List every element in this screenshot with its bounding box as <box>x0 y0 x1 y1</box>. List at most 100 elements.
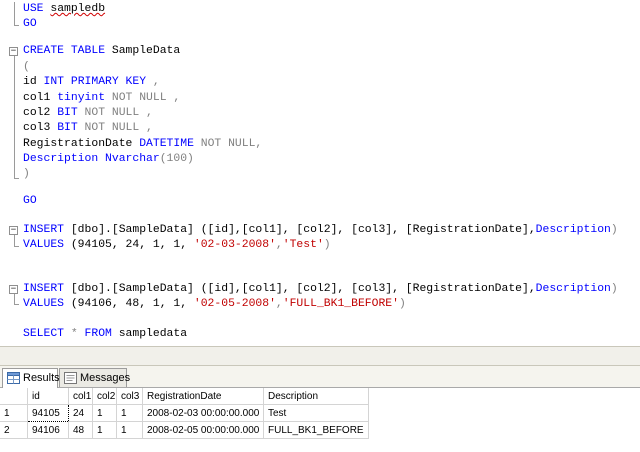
string-literal: 'Test' <box>282 239 324 251</box>
keyword: NOT NULL , <box>105 92 181 104</box>
identifier: [dbo].[SampleData] ([id],[col1], [col2],… <box>64 283 536 295</box>
code-line-use: USE sampledb <box>23 2 105 17</box>
identifier: col2 <box>23 107 58 119</box>
code-line-paren: ( <box>23 60 30 75</box>
identifier: col1 <box>23 92 58 104</box>
keyword: USE <box>23 3 44 15</box>
outline-end-tick <box>14 25 19 26</box>
punctuation: ) <box>323 239 331 251</box>
keyword: INSERT <box>23 224 65 236</box>
table-cell[interactable]: 2008-02-05 00:00:00.000 <box>142 421 264 439</box>
grid-header-row: id col1 col2 col3 RegistrationDate Descr… <box>0 388 369 405</box>
identifier: id <box>23 76 44 88</box>
keyword: VALUES <box>23 239 65 251</box>
code-line-create: CREATE TABLE SampleData <box>23 44 180 59</box>
table-cell[interactable]: 48 <box>68 421 93 439</box>
string-literal: 'FULL_BK1_BEFORE' <box>282 298 399 310</box>
collapse-icon[interactable]: − <box>9 226 18 235</box>
keyword: DATETIME <box>139 138 194 150</box>
pane-splitter[interactable] <box>0 346 640 366</box>
row-number[interactable]: 1 <box>0 404 28 422</box>
outline-bar <box>14 2 15 25</box>
column-header-description[interactable]: Description <box>263 388 369 405</box>
punctuation: ) <box>398 298 406 310</box>
keyword: SELECT <box>23 328 65 340</box>
outline-bar <box>14 294 15 304</box>
row-number-header <box>0 388 28 405</box>
punctuation: , <box>146 76 160 88</box>
outline-end-tick <box>14 178 19 179</box>
keyword: VALUES <box>23 298 65 310</box>
keyword: NOT NULL , <box>77 122 153 134</box>
punctuation: ( <box>23 61 30 73</box>
identifier: [dbo].[SampleData] ([id],[col1], [col2],… <box>64 224 536 236</box>
tab-results[interactable]: Results <box>2 368 60 388</box>
keyword: Description <box>535 224 611 236</box>
keyword: GO <box>23 195 37 207</box>
tab-label: Messages <box>80 372 131 384</box>
table-cell[interactable]: Test <box>263 404 369 422</box>
code-line-values-1: VALUES (94105, 24, 1, 1, '02-03-2008','T… <box>23 238 331 253</box>
keyword: GO <box>23 18 37 30</box>
table-cell[interactable]: 1 <box>92 404 117 422</box>
column-header-col2[interactable]: col2 <box>92 388 117 405</box>
row-number[interactable]: 2 <box>0 421 28 439</box>
identifier: sampledb <box>50 3 106 15</box>
code-line-insert-1: INSERT [dbo].[SampleData] ([id],[col1], … <box>23 223 618 238</box>
string-literal: '02-03-2008' <box>193 239 276 251</box>
collapse-icon[interactable]: − <box>9 285 18 294</box>
tab-messages[interactable]: Messages <box>59 368 131 387</box>
code-line-col2: col2 BIT NOT NULL , <box>23 106 153 121</box>
keyword: CREATE TABLE <box>23 45 106 57</box>
table-row[interactable]: 2 94106 48 1 1 2008-02-05 00:00:00.000 F… <box>0 421 369 439</box>
table-cell[interactable]: 1 <box>116 404 143 422</box>
results-grid[interactable]: id col1 col2 col3 RegistrationDate Descr… <box>0 388 640 452</box>
keyword: INT PRIMARY KEY <box>43 76 147 88</box>
outline-end-tick <box>14 304 19 305</box>
literal: (94105, 24, 1, 1, <box>64 239 194 251</box>
identifier: sampledata <box>111 328 188 340</box>
result-tabs: Results Messages <box>0 366 640 388</box>
keyword: FROM <box>84 328 112 340</box>
column-header-col1[interactable]: col1 <box>68 388 93 405</box>
table-cell[interactable]: 1 <box>116 421 143 439</box>
tab-label: Results <box>23 372 60 384</box>
column-header-id[interactable]: id <box>27 388 69 405</box>
identifier: RegistrationDate <box>23 138 140 150</box>
code-line-go: GO <box>23 17 37 32</box>
code-line-select: SELECT * FROM sampledata <box>23 327 187 342</box>
code-line-insert-2: INSERT [dbo].[SampleData] ([id],[col1], … <box>23 282 618 297</box>
code-line-col1: col1 tinyint NOT NULL , <box>23 91 180 106</box>
table-cell[interactable]: 2008-02-03 00:00:00.000 <box>142 404 264 422</box>
punctuation: , <box>275 298 283 310</box>
column-header-registrationdate[interactable]: RegistrationDate <box>142 388 264 405</box>
outline-bar <box>14 235 15 246</box>
collapse-icon[interactable]: − <box>9 47 18 56</box>
punctuation: ) <box>23 168 30 180</box>
code-line-description: Description Nvarchar(100) <box>23 152 194 167</box>
outline-bar <box>14 56 15 178</box>
code-line-col-id: id INT PRIMARY KEY , <box>23 75 160 90</box>
table-row[interactable]: 1 94105 24 1 1 2008-02-03 00:00:00.000 T… <box>0 404 369 422</box>
string-literal: '02-05-2008' <box>193 298 276 310</box>
table-cell[interactable]: 94106 <box>27 421 69 439</box>
code-line-col3: col3 BIT NOT NULL , <box>23 121 153 136</box>
keyword: INSERT <box>23 283 65 295</box>
punctuation: ) <box>610 283 618 295</box>
table-cell[interactable]: 24 <box>68 404 93 422</box>
keyword: NOT NULL, <box>193 138 263 150</box>
messages-icon <box>64 372 77 384</box>
code-line-regdate: RegistrationDate DATETIME NOT NULL, <box>23 137 262 152</box>
code-line-go: GO <box>23 194 37 209</box>
table-cell[interactable]: 94105 <box>27 404 69 422</box>
query-editor[interactable]: − − − USE sampledb GO CREATE TABLE Sampl… <box>0 0 640 346</box>
column-header-col3[interactable]: col3 <box>116 388 143 405</box>
table-cell[interactable]: 1 <box>92 421 117 439</box>
keyword: BIT <box>57 107 78 119</box>
keyword: tinyint <box>57 92 106 104</box>
grid-icon <box>7 372 20 384</box>
table-cell[interactable]: FULL_BK1_BEFORE <box>263 421 369 439</box>
identifier: Description <box>23 153 106 165</box>
keyword: Description <box>535 283 611 295</box>
identifier: SampleData <box>105 45 181 57</box>
